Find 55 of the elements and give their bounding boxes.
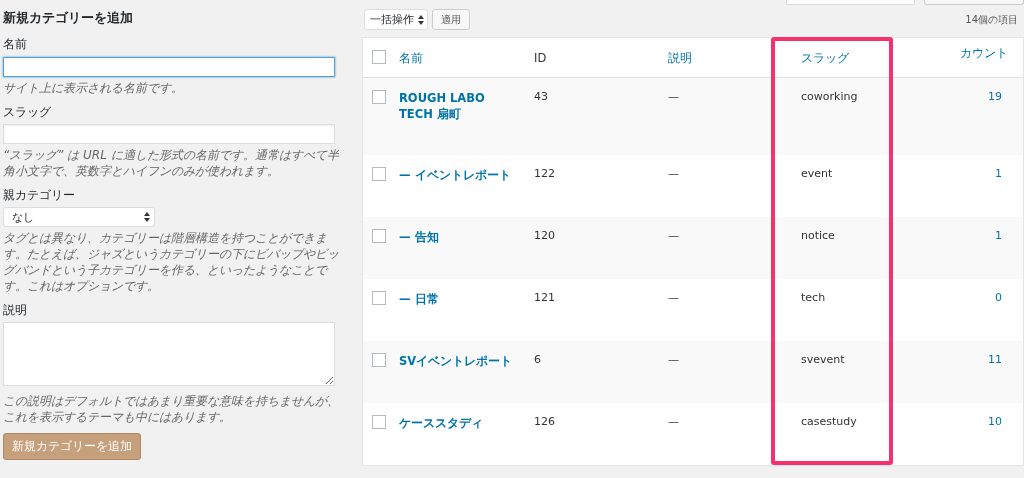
- row-checkbox[interactable]: [372, 353, 386, 367]
- slug-cell-text: tech: [800, 291, 826, 304]
- column-header[interactable]: 名前: [399, 51, 423, 66]
- field-hint: この説明はデフォルトではあまり重要な意味を持ちませんが、これを表示するテーマも中にはあります。: [3, 393, 340, 425]
- search-field[interactable]: [786, 0, 915, 5]
- id-cell: 120: [534, 229, 555, 242]
- description-cell: —: [668, 291, 679, 304]
- count-link[interactable]: 1: [995, 229, 1008, 242]
- id-cell: 43: [534, 90, 548, 103]
- search-button[interactable]: [924, 0, 1024, 5]
- parent-select[interactable]: なし: [3, 207, 155, 227]
- row-checkbox[interactable]: [372, 229, 386, 243]
- id-cell: 126: [534, 415, 555, 428]
- id-cell: 121: [534, 291, 555, 304]
- updown-icon: [418, 14, 424, 25]
- column-header[interactable]: 説明: [668, 51, 692, 66]
- count-link[interactable]: 0: [995, 291, 1008, 304]
- slug-cell-text: coworking: [800, 90, 858, 103]
- apply-button[interactable]: 適用: [432, 9, 470, 30]
- bulk-action-select[interactable]: 一括操作: [364, 9, 428, 30]
- slug-cell-text: event: [800, 167, 833, 180]
- item-count: 14個の項目: [965, 12, 1019, 27]
- slug-cell-text: casestudy: [800, 415, 857, 428]
- description-cell: —: [668, 90, 679, 103]
- slug-cell-text: notice: [800, 229, 835, 242]
- field-label: 親カテゴリー: [3, 187, 76, 204]
- slug-cell-text: svevent: [800, 353, 845, 366]
- count-link[interactable]: 10: [988, 415, 1008, 428]
- field-hint: タグとは異なり、カテゴリーは階層構造を持つことができます。たとえば、ジャズというカテゴリーの下にビバップやビッグバンドという子カテゴリーを作る、といったようなことです。これはオプションです。: [3, 230, 340, 294]
- description-cell: —: [668, 415, 679, 428]
- row-checkbox[interactable]: [372, 415, 386, 429]
- column-header: ID: [534, 51, 547, 65]
- count-link[interactable]: 19: [988, 90, 1008, 103]
- description-field[interactable]: [3, 322, 335, 386]
- row-checkbox[interactable]: [372, 291, 386, 305]
- description-cell: —: [668, 229, 679, 242]
- text-field[interactable]: [3, 56, 335, 77]
- description-cell: —: [668, 353, 679, 366]
- id-cell: 6: [534, 353, 541, 366]
- field-hint: サイト上に表示される名前です。: [3, 79, 184, 96]
- column-header[interactable]: スラッグ: [801, 51, 849, 65]
- row-checkbox[interactable]: [372, 90, 386, 104]
- description-cell: —: [668, 167, 679, 180]
- field-label: 説明: [3, 302, 28, 319]
- form-title: 新規カテゴリーを追加: [3, 10, 134, 27]
- field-label: 名前: [3, 36, 28, 53]
- count-link[interactable]: 11: [988, 353, 1008, 366]
- field-label: スラッグ: [3, 103, 52, 121]
- field-hint: “スラッグ” は URL に適した形式の名前です。通常はすべて半角小文字で、英数字とハイフンのみが使われます。: [3, 147, 340, 179]
- updown-icon: [144, 212, 150, 222]
- column-header[interactable]: カウント: [960, 46, 1008, 61]
- select-all-checkbox[interactable]: [372, 50, 386, 64]
- row-checkbox[interactable]: [372, 167, 386, 181]
- id-cell: 122: [534, 167, 555, 180]
- count-link[interactable]: 1: [995, 167, 1008, 180]
